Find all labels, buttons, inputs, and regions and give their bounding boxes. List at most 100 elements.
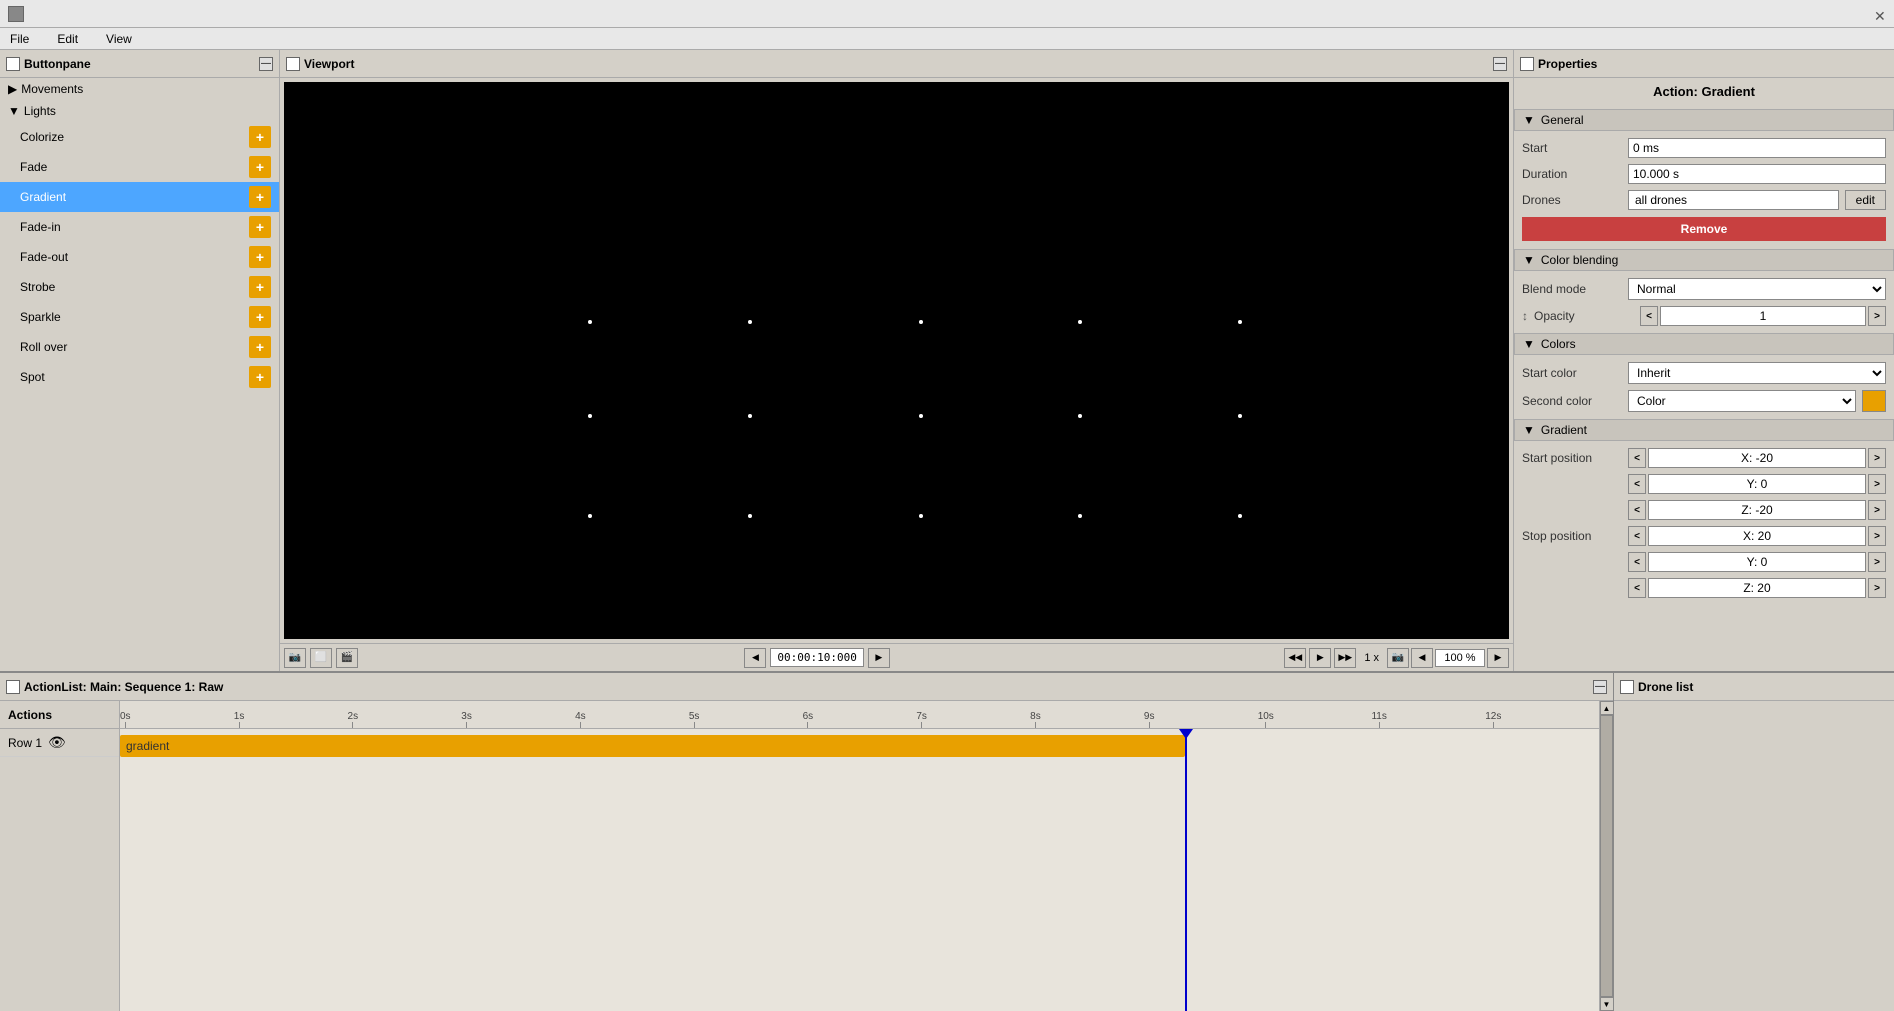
spot-add-btn[interactable]: +: [249, 366, 271, 388]
list-item-colorize[interactable]: Colorize +: [0, 122, 279, 152]
colors-collapse-icon[interactable]: ▼: [1523, 337, 1535, 351]
viewport-checkbox[interactable]: [286, 57, 300, 71]
stop-pos-y-value[interactable]: Y: 0: [1648, 552, 1866, 572]
playhead[interactable]: [1185, 729, 1187, 1011]
second-color-select[interactable]: Color: [1628, 390, 1856, 412]
roll-over-add-btn[interactable]: +: [249, 336, 271, 358]
roll-over-label: Roll over: [20, 340, 67, 354]
properties-checkbox[interactable]: [1520, 57, 1534, 71]
color-blending-collapse-icon[interactable]: ▼: [1523, 253, 1535, 267]
list-item-roll-over[interactable]: Roll over +: [0, 332, 279, 362]
panel-checkbox[interactable]: [6, 57, 20, 71]
viewport-ctrl-camera[interactable]: 📷: [284, 648, 306, 668]
zoom-in-btn[interactable]: ▶: [1487, 648, 1509, 668]
tick-label: 3s: [461, 711, 472, 722]
lights-section-header[interactable]: ▼ Lights: [0, 100, 279, 122]
start-pos-x-increase-btn[interactable]: >: [1868, 448, 1886, 468]
tick-8s: 8s: [1030, 711, 1041, 728]
drone-dot: [588, 514, 592, 518]
list-item-strobe[interactable]: Strobe +: [0, 272, 279, 302]
close-icon[interactable]: ✕: [1874, 8, 1886, 20]
list-item-spot[interactable]: Spot +: [0, 362, 279, 392]
fade-out-add-btn[interactable]: +: [249, 246, 271, 268]
zoom-out-btn[interactable]: ◀: [1411, 648, 1433, 668]
start-color-row: Start color Inherit: [1514, 359, 1894, 387]
strobe-add-btn[interactable]: +: [249, 276, 271, 298]
tick-label: 9s: [1144, 711, 1155, 722]
stop-pos-z-increase-btn[interactable]: >: [1868, 578, 1886, 598]
start-pos-z-value[interactable]: Z: -20: [1648, 500, 1866, 520]
fade-add-btn[interactable]: +: [249, 156, 271, 178]
stop-pos-z-decrease-btn[interactable]: <: [1628, 578, 1646, 598]
stop-pos-y-increase-btn[interactable]: >: [1868, 552, 1886, 572]
time-prev-btn[interactable]: ◀: [744, 648, 766, 668]
list-item-gradient[interactable]: Gradient +: [0, 182, 279, 212]
tick-label: 1s: [234, 711, 245, 722]
scroll-down-btn[interactable]: ▼: [1600, 997, 1614, 1011]
gradient-collapse-icon[interactable]: ▼: [1523, 423, 1535, 437]
sparkle-add-btn[interactable]: +: [249, 306, 271, 328]
gradient-timeline-bar[interactable]: gradient: [120, 735, 1185, 757]
viewport-ctrl-frame[interactable]: ⬜: [310, 648, 332, 668]
time-next-btn[interactable]: ▶: [868, 648, 890, 668]
rewind-btn[interactable]: ◀◀: [1284, 648, 1306, 668]
opacity-increase-btn[interactable]: >: [1868, 306, 1886, 326]
fade-in-add-btn[interactable]: +: [249, 216, 271, 238]
viewport-ctrl-film[interactable]: 🎬: [336, 648, 358, 668]
list-item-fade[interactable]: Fade +: [0, 152, 279, 182]
fast-forward-btn[interactable]: ▶▶: [1334, 648, 1356, 668]
remove-btn[interactable]: Remove: [1522, 217, 1886, 241]
start-color-select[interactable]: Inherit: [1628, 362, 1886, 384]
screenshot-btn[interactable]: 📷: [1387, 648, 1409, 668]
scroll-thumb[interactable]: [1600, 715, 1613, 997]
opacity-decrease-btn[interactable]: <: [1640, 306, 1658, 326]
stop-pos-x-increase-btn[interactable]: >: [1868, 526, 1886, 546]
panel-minimize-btn[interactable]: —: [259, 57, 273, 71]
viewport-minimize-btn[interactable]: —: [1493, 57, 1507, 71]
properties-panel: Properties Action: Gradient ▼ General St…: [1514, 50, 1894, 671]
list-item-fade-out[interactable]: Fade-out +: [0, 242, 279, 272]
general-collapse-icon[interactable]: ▼: [1523, 113, 1535, 127]
stop-pos-x-value[interactable]: X: 20: [1648, 526, 1866, 546]
zoom-display: 100 %: [1435, 649, 1485, 667]
action-list-minimize-btn[interactable]: —: [1593, 680, 1607, 694]
second-color-label: Second color: [1522, 394, 1622, 408]
tick-label: 2s: [348, 711, 359, 722]
drone-dot: [588, 320, 592, 324]
start-pos-y-increase-btn[interactable]: >: [1868, 474, 1886, 494]
left-panel: Buttonpane — ▶ Movements ▼ Lights Colori…: [0, 50, 280, 671]
stop-pos-z-value[interactable]: Z: 20: [1648, 578, 1866, 598]
edit-drones-btn[interactable]: edit: [1845, 190, 1886, 210]
colorize-add-btn[interactable]: +: [249, 126, 271, 148]
menu-file[interactable]: File: [4, 30, 35, 48]
start-value[interactable]: 0 ms: [1628, 138, 1886, 158]
stop-pos-x-decrease-btn[interactable]: <: [1628, 526, 1646, 546]
opacity-value[interactable]: 1: [1660, 306, 1866, 326]
start-pos-x-value[interactable]: X: -20: [1648, 448, 1866, 468]
start-pos-y-decrease-btn[interactable]: <: [1628, 474, 1646, 494]
gradient-add-btn[interactable]: +: [249, 186, 271, 208]
list-item-fade-in[interactable]: Fade-in +: [0, 212, 279, 242]
actions-col: Actions Row 1 👁: [0, 701, 120, 1011]
tick-line: [921, 722, 922, 728]
start-pos-x-decrease-btn[interactable]: <: [1628, 448, 1646, 468]
color-swatch[interactable]: [1862, 390, 1886, 412]
duration-value[interactable]: 10.000 s: [1628, 164, 1886, 184]
start-pos-x-group: < X: -20 >: [1628, 448, 1886, 468]
play-btn[interactable]: ▶: [1309, 648, 1331, 668]
drone-list-checkbox[interactable]: [1620, 680, 1634, 694]
start-pos-y-value[interactable]: Y: 0: [1648, 474, 1866, 494]
menu-edit[interactable]: Edit: [51, 30, 84, 48]
scroll-up-btn[interactable]: ▲: [1600, 701, 1614, 715]
menu-view[interactable]: View: [100, 30, 138, 48]
movements-section-header[interactable]: ▶ Movements: [0, 78, 279, 100]
action-list-checkbox[interactable]: [6, 680, 20, 694]
eye-icon[interactable]: 👁: [48, 734, 66, 751]
stop-pos-y-decrease-btn[interactable]: <: [1628, 552, 1646, 572]
start-pos-z-increase-btn[interactable]: >: [1868, 500, 1886, 520]
timeline-rows: gradient: [120, 729, 1599, 1011]
start-pos-z-decrease-btn[interactable]: <: [1628, 500, 1646, 520]
blend-mode-select[interactable]: Normal: [1628, 278, 1886, 300]
colorize-label: Colorize: [20, 130, 64, 144]
list-item-sparkle[interactable]: Sparkle +: [0, 302, 279, 332]
